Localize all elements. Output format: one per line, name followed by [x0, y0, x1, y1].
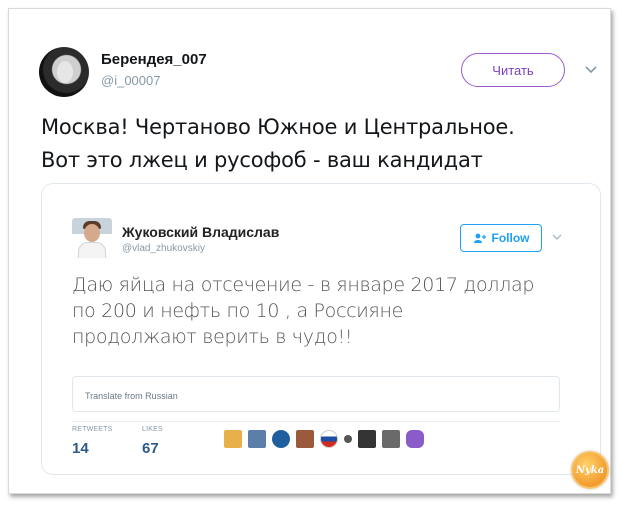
author-name[interactable]: Берендея_007 [101, 51, 207, 68]
liker-avatar[interactable] [224, 430, 242, 448]
stats-divider [72, 421, 560, 422]
liker-avatar[interactable] [382, 430, 400, 448]
quoted-author-handle[interactable]: @vlad_zhukovskiy [122, 243, 205, 254]
likes-count[interactable]: 67 [142, 440, 159, 457]
follow-button[interactable]: Follow [460, 224, 542, 252]
retweets-count[interactable]: 14 [72, 440, 89, 457]
likes-label: LIKES [142, 426, 163, 433]
add-user-icon [473, 233, 486, 243]
liker-avatar[interactable] [296, 430, 314, 448]
read-button[interactable]: Читать [461, 53, 565, 87]
translate-button[interactable]: Translate from Russian [72, 376, 560, 412]
liker-avatar[interactable] [320, 430, 338, 448]
liker-avatar[interactable] [406, 430, 424, 448]
liker-avatar[interactable] [272, 430, 290, 448]
likers-avatars [224, 430, 424, 448]
tweet-text: Москва! Чертаново Южное и Центральное. В… [41, 111, 611, 177]
liker-avatar[interactable] [248, 430, 266, 448]
liker-avatar[interactable] [358, 430, 376, 448]
quoted-text-line: по 200 и нефть по 10 , а Россияне [72, 300, 403, 322]
quoted-author-avatar[interactable] [72, 218, 112, 258]
quoted-tweet-text: Даю яйца на отсечение - в январе 2017 до… [72, 272, 572, 350]
watermark-logo: Nyka [571, 451, 609, 489]
quoted-text-line: Даю яйца на отсечение - в январе 2017 до… [72, 274, 535, 296]
tweet-text-line: Вот это лжец и русофоб - ваш кандидат [41, 148, 483, 172]
retweets-label: RETWEETS [72, 426, 113, 433]
chevron-down-icon[interactable] [585, 63, 597, 75]
liker-avatar[interactable] [344, 435, 352, 443]
chevron-down-icon[interactable] [552, 232, 562, 242]
author-avatar[interactable] [39, 47, 89, 97]
tweet-text-line: Москва! Чертаново Южное и Центральное. [41, 115, 515, 139]
quoted-author-name[interactable]: Жуковский Владислав [122, 224, 279, 240]
quoted-tweet-card[interactable]: Жуковский Владислав @vlad_zhukovskiy Fol… [41, 183, 601, 475]
author-handle[interactable]: @i_00007 [101, 73, 160, 88]
quoted-text-line: продолжают верить в чудо!! [72, 326, 353, 348]
follow-label: Follow [491, 231, 530, 245]
screenshot-frame: Берендея_007 @i_00007 Читать Москва! Чер… [8, 8, 611, 494]
